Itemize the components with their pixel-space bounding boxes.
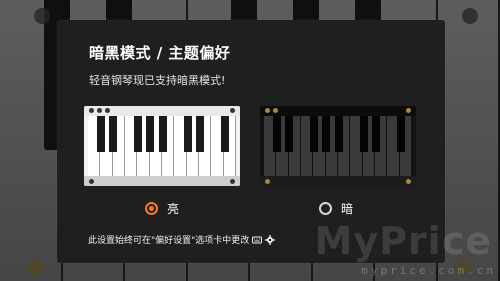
watermark-url: myprice.com.cn — [361, 264, 496, 277]
preview-toolbar-icon — [230, 108, 235, 113]
light-theme-preview[interactable] — [84, 106, 240, 186]
preview-bottom-icon — [406, 179, 411, 184]
keyboard-icon — [252, 236, 263, 243]
preview-black-key — [360, 116, 368, 152]
preview-black-key — [159, 116, 167, 152]
preview-black-key — [372, 116, 380, 152]
dialog-footer: 此设置始终可在"偏好设置"选项卡中更改 — [88, 233, 276, 246]
preview-bottom-icon — [230, 179, 235, 184]
dark-theme-preview[interactable] — [260, 106, 416, 186]
preview-bottom-icon — [89, 179, 94, 184]
preview-bottom-bar — [84, 176, 240, 186]
preview-black-key — [273, 116, 281, 152]
preview-black-key — [97, 116, 105, 152]
dialog-subtitle: 轻音钢琴现已支持暗黑模式! — [89, 74, 226, 87]
preview-black-key — [221, 116, 229, 152]
preview-black-key — [285, 116, 293, 152]
preview-black-key — [184, 116, 192, 152]
preview-toolbar — [260, 106, 416, 116]
light-mode-label: 亮 — [167, 202, 180, 216]
preview-black-key — [335, 116, 343, 152]
preview-black-key — [310, 116, 318, 152]
radio-unselected-icon[interactable] — [319, 202, 332, 215]
preview-toolbar-icon — [97, 108, 102, 113]
preview-toolbar-icon — [406, 108, 411, 113]
gear-icon — [265, 234, 276, 245]
preview-black-key — [146, 116, 154, 152]
dark-mode-label: 暗 — [341, 202, 354, 216]
dark-mode-option[interactable]: 暗 — [319, 200, 353, 217]
preview-bottom-icon — [265, 179, 270, 184]
preview-toolbar-icon — [273, 108, 278, 113]
dialog-title: 暗黑模式 / 主题偏好 — [89, 44, 231, 62]
preview-toolbar-icon — [89, 108, 94, 113]
preview-black-key — [134, 116, 142, 152]
preview-black-key — [196, 116, 204, 152]
preview-black-key — [322, 116, 330, 152]
preview-toolbar-icon — [105, 108, 110, 113]
footer-text: 此设置始终可在"偏好设置"选项卡中更改 — [88, 236, 250, 246]
light-mode-option[interactable]: 亮 — [145, 200, 179, 217]
watermark-logo: MyPrice — [314, 219, 492, 263]
preview-black-key — [397, 116, 405, 152]
preview-bottom-bar — [260, 176, 416, 186]
preview-toolbar-icon — [265, 108, 270, 113]
app-screen: 暗黑模式 / 主题偏好 轻音钢琴现已支持暗黑模式! 亮 暗 此设置始终可在"偏好… — [0, 0, 500, 281]
preview-black-key — [109, 116, 117, 152]
radio-selected-icon[interactable] — [145, 202, 158, 215]
